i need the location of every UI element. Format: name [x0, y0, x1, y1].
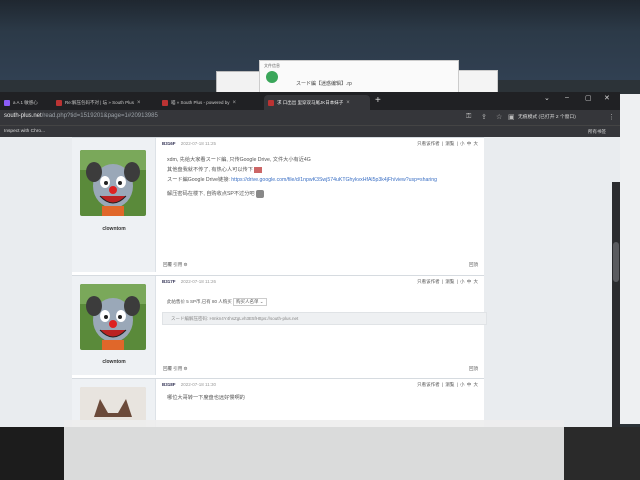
share-icon[interactable]: ⇪	[481, 113, 487, 121]
blurred-region	[64, 420, 564, 480]
floor-number[interactable]: B316F	[162, 141, 176, 146]
sell-text: 此帖售价 5 SP币,已有 80 人购买	[167, 299, 232, 304]
tab-favicon-icon	[162, 99, 168, 106]
buyer-list-select[interactable]: 购买人名单 ⌄	[233, 298, 267, 306]
post-body: xdm, 先给大家看スード編, 只传Google Drive, 文件大小有近4G…	[167, 155, 476, 199]
author-name[interactable]: clowntom	[72, 359, 156, 365]
gear-icon[interactable]: ⚙	[184, 262, 188, 267]
post-line: 其他盘我就不传了, 有热心人可以传下	[167, 165, 476, 175]
new-tab-button[interactable]: +	[375, 96, 381, 106]
all-bookmarks[interactable]: 所有书签	[588, 129, 606, 135]
post-link-line: スード編Google Drive链接: https://drive.google…	[167, 175, 476, 185]
emoji-icon	[254, 166, 263, 173]
url-host: south-plus.net	[4, 113, 42, 119]
close-icon[interactable]: ×	[346, 100, 350, 106]
close-window-button[interactable]: ✕	[604, 94, 610, 102]
tab-item[interactable]: Re:解压包码不对 | 坛 » South Plus ×	[52, 95, 154, 110]
back-to-top-link[interactable]: 回頂	[469, 262, 478, 268]
avatar	[80, 284, 146, 350]
star-icon[interactable]: ☆	[496, 113, 502, 121]
post-header: B317F 2022-07-18 11:26 只看该作者 | 瀏覧 | 小 中 …	[162, 279, 478, 287]
tab-favicon-icon	[4, 99, 10, 106]
tab-favicon-icon	[268, 99, 274, 106]
tab-favicon-icon	[56, 99, 62, 106]
close-icon[interactable]: ×	[233, 100, 237, 106]
forum-thread: clowntom B316F 2022-07-18 11:25 只看该作者 | …	[72, 137, 487, 427]
url-field[interactable]: south-plus.net/read.php?tid=1519201&page…	[4, 113, 158, 119]
tab-active[interactable]: 求 口出出 里穿双马尾JK日本妹子 ×	[264, 95, 370, 110]
tab-bar: a A 1 敏感心 Re:解压包码不对 | 坛 » South Plus × 喵 …	[0, 92, 620, 110]
post-header-links[interactable]: 只看该作者 | 瀏覧 | 小 中 大	[417, 382, 478, 388]
menu-icon[interactable]: ⋮	[608, 113, 615, 121]
post-sidebar: clowntom	[72, 276, 156, 375]
post-line: xdm, 先给大家看スード編, 只传Google Drive, 文件大小有近4G	[167, 157, 311, 163]
post-header: B316F 2022-07-18 11:25 只看该作者 | 瀏覧 | 小 中 …	[162, 141, 478, 149]
post-sidebar: clowntom	[72, 138, 156, 272]
link-label: スード編Google Drive链接:	[167, 177, 230, 183]
floor-number[interactable]: B318F	[162, 382, 176, 387]
key-icon[interactable]: ⚿	[466, 113, 471, 121]
clown-avatar-icon	[80, 284, 146, 350]
tab-item[interactable]: a A 1 敏感心	[0, 95, 50, 110]
chevron-down-icon[interactable]: ⌄	[544, 94, 550, 102]
browser-window: a A 1 敏感心 Re:解压包码不对 | 坛 » South Plus × 喵 …	[0, 92, 620, 427]
url-path: /read.php?tid=1519201&page=1#20913985	[41, 113, 158, 119]
bookmarks-bar: Inspect with Chro... 所有书签	[0, 125, 620, 137]
extensions-icon[interactable]: ▣	[508, 113, 515, 121]
back-to-top-link[interactable]: 回頂	[469, 366, 478, 372]
address-bar: south-plus.net/read.php?tid=1519201&page…	[0, 110, 620, 125]
file-info-title: 文件信息	[264, 63, 280, 68]
post-header-links[interactable]: 只看该作者 | 瀏覧 | 小 中 大	[417, 141, 478, 147]
scrollbar-thumb[interactable]	[613, 242, 619, 282]
post-body: 哪位大哥转一下度盘也远好慢啊的	[167, 395, 245, 401]
post-header-links[interactable]: 只看该作者 | 瀏覧 | 小 中 大	[417, 279, 478, 285]
reply-quote-links[interactable]: 回覆 引用	[163, 262, 182, 267]
post-line: 解压密码在楼下, 自购收点SP不过分吧	[167, 189, 476, 199]
app-icon	[266, 71, 278, 83]
post-date: 2022-07-18 11:30	[180, 382, 216, 387]
sell-info: 此帖售价 5 SP币,已有 80 人购买 购买人名单 ⌄	[167, 298, 317, 308]
post-date: 2022-07-18 11:25	[180, 141, 216, 146]
page-scrollbar[interactable]	[612, 182, 620, 427]
floor-number[interactable]: B317F	[162, 279, 176, 284]
author-name[interactable]: clowntom	[72, 226, 156, 232]
maximize-button[interactable]: ▢	[585, 94, 592, 102]
blurred-region	[0, 427, 64, 480]
gear-icon[interactable]: ⚙	[184, 366, 188, 371]
forum-post: clowntom B317F 2022-07-18 11:26 只看该作者 | …	[72, 275, 487, 375]
blurred-region	[564, 427, 640, 480]
avatar	[80, 150, 146, 216]
side-panel	[620, 94, 640, 424]
minimize-button[interactable]: –	[565, 94, 569, 101]
post-header: B318F 2022-07-18 11:30 只看该作者 | 瀏覧 | 小 中 …	[162, 382, 478, 390]
page-viewport: clowntom B316F 2022-07-18 11:25 只看该作者 | …	[0, 137, 620, 427]
bookmark-inspect[interactable]: Inspect with Chro...	[4, 129, 45, 134]
hidden-content[interactable]: スード編解压密码: Hmkn4Y4hsZgLvh3E5fHttps://sout…	[162, 312, 487, 325]
emoji-icon	[256, 189, 265, 198]
drive-link[interactable]: https://drive.google.com/file/d/1npwK3Sw…	[231, 177, 437, 183]
tab-item[interactable]: 喵 » South Plus - powered by ×	[158, 95, 260, 110]
clown-avatar-icon	[80, 150, 146, 216]
post-footer: 回覆 引用 ⚙ 回頂	[163, 262, 478, 268]
post-date: 2022-07-18 11:26	[180, 279, 216, 284]
reply-quote-links[interactable]: 回覆 引用	[163, 366, 182, 371]
file-info-text: スード編【迷惑编辑】.rp	[296, 81, 352, 87]
forum-post: clowntom B316F 2022-07-18 11:25 只看该作者 | …	[72, 137, 484, 272]
incognito-profile[interactable]: 无痕模式 (已打开 2 个窗口)	[518, 113, 576, 120]
post-footer: 回覆 引用 ⚙ 回頂	[163, 366, 478, 372]
close-icon[interactable]: ×	[137, 100, 141, 106]
